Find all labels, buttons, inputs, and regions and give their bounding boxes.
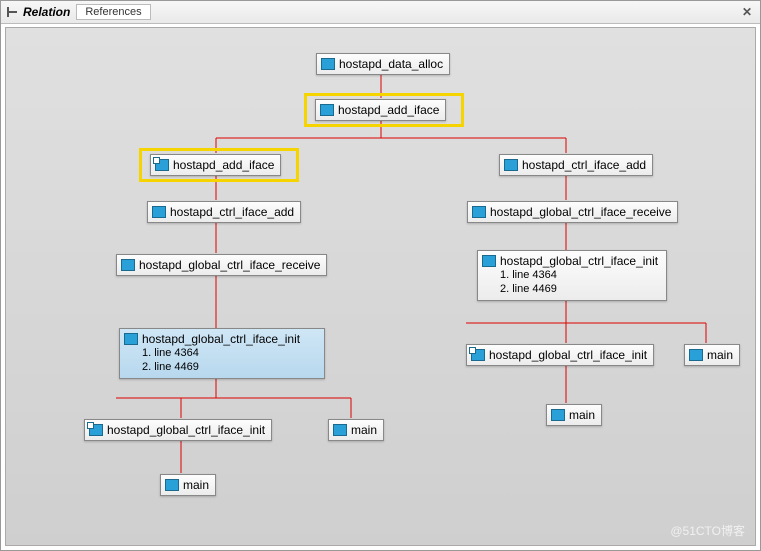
- node-hostapd-add-iface[interactable]: hostapd_add_iface: [315, 99, 446, 121]
- node-hostapd-ctrl-iface-add[interactable]: hostapd_ctrl_iface_add: [147, 201, 301, 223]
- node-hostapd-ctrl-iface-add[interactable]: hostapd_ctrl_iface_add: [499, 154, 653, 176]
- panel-header: Relation References ✕: [1, 1, 760, 24]
- watermark: @51CTO博客: [670, 522, 745, 539]
- func-ref-icon: [321, 58, 335, 70]
- func-ref-icon: [689, 349, 703, 361]
- line-ref: 2. line 4469: [482, 282, 658, 296]
- func-ref-icon: [165, 479, 179, 491]
- graph-canvas[interactable]: hostapd_data_alloc hostapd_add_iface hos…: [5, 27, 756, 546]
- node-main[interactable]: main: [546, 404, 602, 426]
- line-ref: 1. line 4364: [482, 268, 658, 282]
- func-def-icon: [471, 349, 485, 361]
- close-button[interactable]: ✕: [738, 5, 756, 19]
- node-label: main: [351, 423, 377, 437]
- node-hostapd-global-ctrl-iface-init[interactable]: hostapd_global_ctrl_iface_init 1. line 4…: [119, 328, 325, 379]
- node-hostapd-global-ctrl-iface-init[interactable]: hostapd_global_ctrl_iface_init: [466, 344, 654, 366]
- node-label: hostapd_global_ctrl_iface_receive: [490, 205, 671, 219]
- func-ref-icon: [504, 159, 518, 171]
- node-main[interactable]: main: [684, 344, 740, 366]
- node-label: hostapd_ctrl_iface_add: [170, 205, 294, 219]
- panel-title: Relation: [23, 5, 70, 19]
- func-ref-icon: [121, 259, 135, 271]
- node-hostapd-global-ctrl-iface-receive[interactable]: hostapd_global_ctrl_iface_receive: [467, 201, 678, 223]
- func-ref-icon: [551, 409, 565, 421]
- line-ref: 2. line 4469: [124, 360, 300, 374]
- func-ref-icon: [333, 424, 347, 436]
- func-ref-icon: [124, 333, 138, 345]
- relation-window: Relation References ✕: [0, 0, 761, 551]
- node-label: hostapd_add_iface: [173, 158, 274, 172]
- func-ref-icon: [320, 104, 334, 116]
- node-label: main: [183, 478, 209, 492]
- node-label: hostapd_global_ctrl_iface_init: [107, 423, 265, 437]
- node-hostapd-data-alloc[interactable]: hostapd_data_alloc: [316, 53, 450, 75]
- node-label: hostapd_global_ctrl_iface_init: [489, 348, 647, 362]
- node-hostapd-add-iface[interactable]: hostapd_add_iface: [150, 154, 281, 176]
- line-ref: 1. line 4364: [124, 346, 300, 360]
- node-main[interactable]: main: [328, 419, 384, 441]
- func-def-icon: [155, 159, 169, 171]
- node-label: main: [569, 408, 595, 422]
- func-def-icon: [89, 424, 103, 436]
- func-ref-icon: [482, 255, 496, 267]
- node-main[interactable]: main: [160, 474, 216, 496]
- func-ref-icon: [472, 206, 486, 218]
- node-label: hostapd_global_ctrl_iface_init: [142, 332, 300, 346]
- node-label: hostapd_global_ctrl_iface_receive: [139, 258, 320, 272]
- relation-icon: [5, 6, 19, 18]
- node-hostapd-global-ctrl-iface-receive[interactable]: hostapd_global_ctrl_iface_receive: [116, 254, 327, 276]
- node-label: hostapd_global_ctrl_iface_init: [500, 254, 658, 268]
- node-hostapd-global-ctrl-iface-init[interactable]: hostapd_global_ctrl_iface_init: [84, 419, 272, 441]
- node-hostapd-global-ctrl-iface-init[interactable]: hostapd_global_ctrl_iface_init 1. line 4…: [477, 250, 667, 301]
- func-ref-icon: [152, 206, 166, 218]
- node-label: hostapd_ctrl_iface_add: [522, 158, 646, 172]
- node-label: hostapd_data_alloc: [339, 57, 443, 71]
- node-label: main: [707, 348, 733, 362]
- tab-references[interactable]: References: [76, 4, 150, 20]
- node-label: hostapd_add_iface: [338, 103, 439, 117]
